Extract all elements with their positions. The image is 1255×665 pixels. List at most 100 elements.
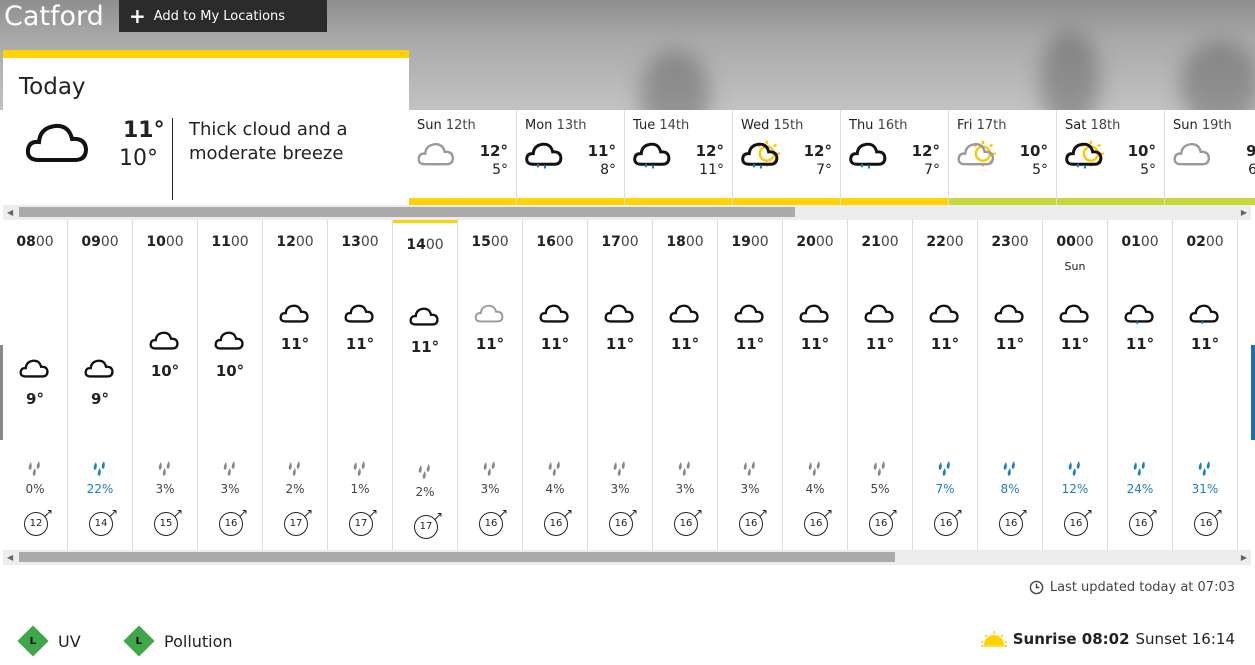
- wind-direction-icon: ↗: [367, 506, 378, 520]
- hour-column[interactable]: 1100 10° 3% 16 ↗: [198, 220, 263, 550]
- cloud-icon: [734, 304, 764, 323]
- day-card[interactable]: Sun 19th 9° 6°: [1165, 110, 1255, 205]
- cloud-grey-icon: [1173, 143, 1211, 166]
- hour-column[interactable]: 1500 11° 3% 16 ↗: [458, 220, 523, 550]
- day-low: 8°: [600, 162, 616, 178]
- pollution-badge[interactable]: L Pollution: [123, 625, 233, 657]
- hour-time: 1800: [666, 234, 704, 250]
- day-high: 12°: [695, 142, 724, 160]
- hour-temperature: 11°: [800, 335, 830, 353]
- hour-column[interactable]: 1600 11° 4% 16 ↗: [523, 220, 588, 550]
- hour-column[interactable]: 0900 9° 22% 14 ↗: [68, 220, 133, 550]
- day-high: 12°: [803, 142, 832, 160]
- wind-direction-icon: ↗: [1017, 506, 1028, 520]
- today-description: Thick cloud and a moderate breeze: [189, 119, 348, 164]
- wind-direction-icon: ↗: [432, 509, 443, 523]
- rain-grey-icon: [288, 461, 300, 476]
- rain-grey-icon: [808, 461, 820, 476]
- scroll-left-icon[interactable]: ◀: [7, 550, 13, 565]
- cloud-icon: [929, 304, 959, 323]
- rain-chance: 4%: [545, 482, 565, 496]
- wind-direction-icon: ↗: [172, 506, 183, 520]
- wind-direction-icon: ↗: [237, 506, 248, 520]
- day-high: 10°: [1127, 142, 1156, 160]
- rain-chance: 22%: [86, 482, 114, 496]
- hour-column[interactable]: 2100 11° 5% 16 ↗: [848, 220, 913, 550]
- day-card[interactable]: Mon 13th 11° 8°: [517, 110, 625, 205]
- hour-time: 0100: [1121, 234, 1159, 250]
- day-card[interactable]: Wed 15th 12° 7°: [733, 110, 841, 205]
- day-low: 6°: [1248, 162, 1255, 178]
- rain-grey-icon: [873, 461, 885, 476]
- wind-direction-icon: ↗: [302, 506, 313, 520]
- today-panel[interactable]: Today 11° 10° Thick cloud and a moderate…: [3, 50, 409, 205]
- cloud-icon: [799, 304, 829, 323]
- scroll-right-icon[interactable]: ▶: [1241, 550, 1247, 565]
- hour-temperature: 11°: [670, 335, 700, 353]
- wind-speed: 16 ↗: [739, 507, 768, 536]
- hour-temperature: 10°: [215, 362, 245, 380]
- rain-blue-icon: [93, 461, 105, 476]
- today-low: 10°: [119, 146, 158, 171]
- add-location-button[interactable]: + Add to My Locations: [119, 0, 327, 32]
- wind-speed: 16 ↗: [479, 507, 508, 536]
- rain-chance: 3%: [480, 482, 500, 496]
- day-indicator-bar: [1057, 198, 1164, 205]
- day-indicator-bar: [841, 198, 948, 205]
- day-card[interactable]: Sun 12th 12° 5°: [409, 110, 517, 205]
- hour-temperature: 11°: [1060, 335, 1090, 353]
- hour-column[interactable]: 2000 11° 4% 16 ↗: [783, 220, 848, 550]
- wind-speed: 15 ↗: [154, 507, 183, 536]
- cloud-icon: [864, 304, 894, 323]
- hourly-scrollbar[interactable]: ◀ ▶: [3, 550, 1251, 565]
- day-card[interactable]: Thu 16th 12° 7°: [841, 110, 949, 205]
- hour-column[interactable]: 1000 10° 3% 15 ↗: [133, 220, 198, 550]
- daily-scroll-thumb[interactable]: [19, 207, 795, 217]
- scroll-right-icon[interactable]: ▶: [1241, 205, 1247, 220]
- hour-column[interactable]: 1800 11° 3% 16 ↗: [653, 220, 718, 550]
- hour-column[interactable]: 1300 11° 1% 17 ↗: [328, 220, 393, 550]
- hour-column[interactable]: 1200 11° 2% 17 ↗: [263, 220, 328, 550]
- day-indicator-bar: [949, 198, 1056, 205]
- day-card[interactable]: Sat 18th 10° 5°: [1057, 110, 1165, 205]
- hour-column[interactable]: 1400 11° 2% 17 ↗: [393, 220, 458, 550]
- day-low: 7°: [924, 162, 940, 178]
- hour-column[interactable]: 1700 11° 3% 16 ↗: [588, 220, 653, 550]
- daily-scrollbar[interactable]: ◀ ▶: [3, 205, 1251, 220]
- hour-column[interactable]: 2300 11° 8% 16 ↗: [978, 220, 1043, 550]
- wind-speed: 17 ↗: [349, 507, 378, 536]
- rain-grey-icon: [613, 461, 625, 476]
- hour-temperature: 11°: [605, 335, 635, 353]
- cloud-icon: [539, 304, 569, 323]
- uv-badge[interactable]: L UV: [17, 625, 81, 657]
- hourly-scroll-thumb[interactable]: [19, 552, 895, 562]
- wind-speed: 16 ↗: [1129, 507, 1158, 536]
- hour-column[interactable]: 1900 11° 3% 16 ↗: [718, 220, 783, 550]
- hour-temperature: 11°: [735, 335, 765, 353]
- day-high: 10°: [1019, 142, 1048, 160]
- day-low: 11°: [699, 162, 724, 178]
- sun-cloud-grey-icon: [957, 140, 996, 167]
- cloud-drizzle-icon: [1189, 304, 1219, 325]
- rain-grey-icon: [223, 461, 235, 476]
- background-edge-right: [1251, 345, 1255, 440]
- day-name: Wed 15th: [741, 118, 804, 133]
- hour-column[interactable]: 0000 Sun 11° 12% 16 ↗: [1043, 220, 1108, 550]
- hour-column[interactable]: 0200 11° 31% 16 ↗: [1173, 220, 1238, 550]
- hour-column[interactable]: 2200 11° 7% 16 ↗: [913, 220, 978, 550]
- hour-time: 1000: [146, 234, 184, 250]
- rain-blue-icon: [1068, 461, 1080, 476]
- wind-direction-icon: ↗: [887, 506, 898, 520]
- hour-temperature: 9°: [26, 390, 44, 408]
- hour-time: 1900: [731, 234, 769, 250]
- rain-chance: 1%: [350, 482, 370, 496]
- wind-speed: 16 ↗: [999, 507, 1028, 536]
- day-indicator-bar: [517, 198, 624, 205]
- hour-column[interactable]: 0100 11° 24% 16 ↗: [1108, 220, 1173, 550]
- hourly-forecast: 0800 9° 0% 12 ↗ 0900 9° 22% 14 ↗ 1000 10° …: [3, 220, 1238, 550]
- rain-grey-icon: [158, 461, 170, 476]
- hour-column[interactable]: 0800 9° 0% 12 ↗: [3, 220, 68, 550]
- day-card[interactable]: Tue 14th 12° 11°: [625, 110, 733, 205]
- scroll-left-icon[interactable]: ◀: [7, 205, 13, 220]
- day-card[interactable]: Fri 17th 10° 5°: [949, 110, 1057, 205]
